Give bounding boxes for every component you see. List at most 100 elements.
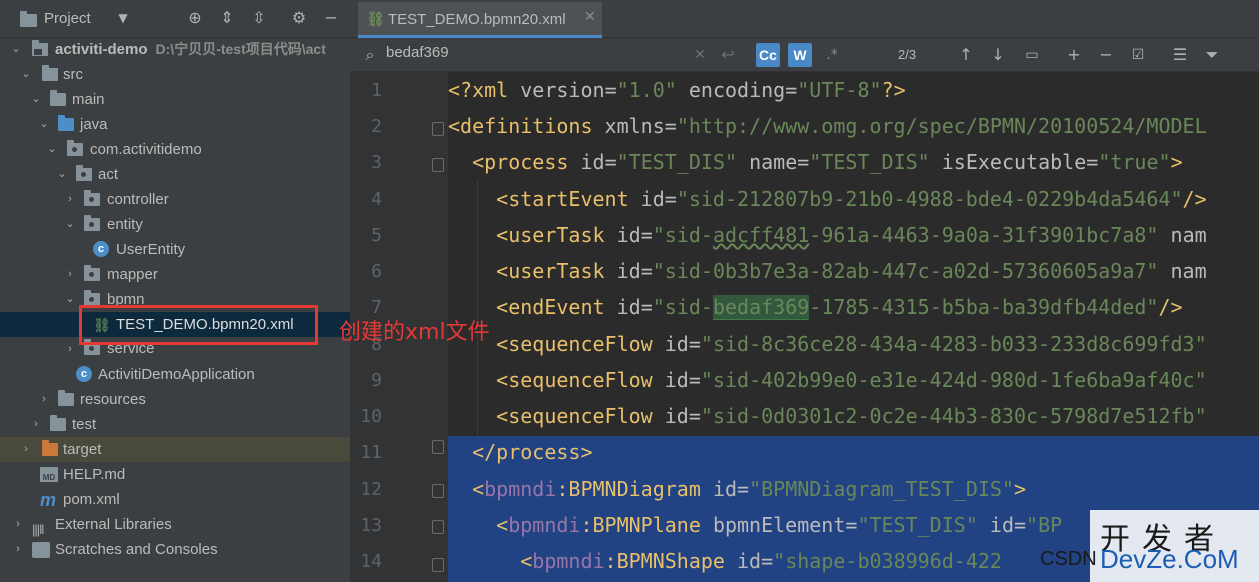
chevron-right-icon[interactable]: › (20, 437, 32, 462)
view-dropdown-chevron-icon[interactable]: ▼ (114, 9, 132, 27)
code-line[interactable]: <definitions xmlns="http://www.omg.org/s… (448, 108, 1207, 144)
code-line[interactable]: <sequenceFlow id="sid-402b99e0-e31e-424d… (448, 362, 1206, 398)
code-line[interactable]: <bpmndi:BPMNDiagram id="BPMNDiagram_TEST… (448, 471, 1026, 507)
chevron-down-icon[interactable]: ⌄ (46, 137, 58, 162)
fold-marker-icon[interactable] (432, 158, 444, 172)
line-number: 13 (360, 515, 382, 536)
tree-item-package-bpmn[interactable]: ⌄ bpmn (0, 287, 350, 307)
tree-item-package-com-activitidemo[interactable]: ⌄ com.activitidemo (0, 137, 350, 162)
close-icon[interactable]: ✕ (584, 9, 596, 25)
chevron-right-icon[interactable]: › (38, 387, 50, 412)
chevron-down-icon[interactable]: ⌄ (64, 212, 76, 237)
watermark: 开发者 CSDN DevZe.CoM (1030, 510, 1259, 582)
tree-item-main[interactable]: ⌄ main (0, 87, 350, 112)
code-line[interactable]: <process id="TEST_DIS" name="TEST_DIS" i… (448, 144, 1183, 180)
watermark-site: DevZe.CoM (1100, 544, 1239, 574)
search-history-icon[interactable]: ↩ (718, 45, 738, 65)
spring-app-class-icon: c (76, 366, 92, 382)
tree-item-external-libraries[interactable]: › |||‖ External Libraries (0, 512, 350, 537)
fold-marker-icon[interactable] (432, 122, 444, 136)
annotation-text: 创建的xml文件 (339, 320, 490, 345)
chevron-right-icon[interactable]: › (64, 187, 76, 212)
chevron-right-icon[interactable]: › (64, 339, 76, 359)
filter-icon[interactable]: ⏷ (1200, 45, 1224, 65)
clear-search-icon[interactable]: ✕ (690, 45, 710, 65)
tree-item-java[interactable]: ⌄ java (0, 112, 350, 137)
remove-occurrence-icon[interactable]: − (1094, 45, 1118, 65)
chevron-down-icon[interactable]: ⌄ (56, 162, 68, 187)
expand-all-icon[interactable]: ⇕ (218, 9, 236, 27)
search-input[interactable] (386, 44, 686, 61)
collapse-all-icon[interactable]: ⇳ (250, 9, 268, 27)
tree-item-class-userentity[interactable]: c UserEntity (0, 237, 350, 262)
gear-icon[interactable]: ⚙ (290, 9, 308, 27)
find-in-file-bar: ⌕ ✕ ↩ Cc W .* 2/3 ↑ ↓ ▭ + − ☑ ☰ ⏷ (350, 38, 1259, 72)
folder-icon (42, 65, 58, 81)
code-line[interactable]: </process> (448, 434, 592, 470)
chevron-right-icon[interactable]: › (12, 537, 24, 562)
project-tool-window: Project ▼ ⊕ ⇕ ⇳ ⚙ − ⌄ activiti-demo D:\宁贝… (0, 0, 350, 582)
chevron-down-icon[interactable]: ⌄ (64, 287, 76, 307)
chevron-right-icon[interactable]: › (12, 512, 24, 537)
code-line[interactable]: <userTask id="sid-0b3b7e3a-82ab-447c-a02… (448, 253, 1206, 289)
project-header: Project ▼ ⊕ ⇕ ⇳ ⚙ − (0, 0, 350, 38)
line-number: 10 (360, 406, 382, 427)
code-line[interactable]: <bpmndi:BPMNShape id="shape-b038996d-422 (448, 543, 1002, 579)
locate-target-icon[interactable]: ⊕ (186, 9, 204, 27)
hide-panel-icon[interactable]: − (322, 9, 340, 27)
line-number: 6 (371, 261, 382, 282)
code-line[interactable]: <?xml version="1.0" encoding="UTF-8"?> (448, 72, 906, 108)
tree-item-class-activitidemoapplication[interactable]: c ActivitiDemoApplication (0, 362, 350, 387)
package-icon (76, 165, 92, 181)
tree-item-label: External Libraries (55, 516, 172, 533)
tree-item-package-mapper[interactable]: › mapper (0, 262, 350, 287)
tree-item-label: target (63, 441, 102, 458)
tree-item-resources[interactable]: › resources (0, 387, 350, 412)
chevron-down-icon[interactable]: ⌄ (20, 62, 32, 87)
project-title[interactable]: Project (44, 10, 91, 27)
tree-item-scratches[interactable]: › Scratches and Consoles (0, 537, 350, 562)
add-occurrence-icon[interactable]: + (1062, 45, 1086, 65)
chevron-right-icon[interactable]: › (64, 262, 76, 287)
tree-item-label: bpmn (107, 291, 145, 307)
fold-marker-icon[interactable] (432, 440, 444, 454)
code-line[interactable]: <bpmndi:BPMNPlane bpmnElement="TEST_DIS"… (448, 507, 1062, 543)
tree-item-label: pom.xml (63, 491, 120, 508)
tree-item-test[interactable]: › test (0, 412, 350, 437)
fold-marker-icon[interactable] (432, 484, 444, 498)
tree-item-target[interactable]: › target (0, 437, 350, 462)
match-case-toggle[interactable]: Cc (756, 43, 780, 67)
tree-item-package-entity[interactable]: ⌄ entity (0, 212, 350, 237)
fold-marker-icon[interactable] (432, 558, 444, 572)
tree-item-label: controller (107, 191, 169, 208)
tree-item-file-pom-xml[interactable]: m pom.xml (0, 487, 350, 512)
tree-item-activiti-demo[interactable]: ⌄ activiti-demo D:\宁贝贝-test项目代码\act (0, 37, 350, 62)
tree-item-package-act[interactable]: ⌄ act (0, 162, 350, 187)
folder-icon (50, 90, 66, 106)
code-line[interactable]: <sequenceFlow id="sid-8c36ce28-434a-4283… (448, 326, 1206, 362)
code-line[interactable]: <userTask id="sid-adcff481-961a-4463-9a0… (448, 217, 1206, 253)
tree-item-src[interactable]: ⌄ src (0, 62, 350, 87)
module-folder-icon (32, 40, 48, 56)
regex-toggle[interactable]: .* (820, 45, 844, 65)
search-icon[interactable]: ⌕ (360, 45, 380, 65)
chevron-down-icon[interactable]: ⌄ (38, 112, 50, 137)
fold-marker-icon[interactable] (432, 520, 444, 534)
editor-tab-test-demo[interactable]: ⛓ TEST_DEMO.bpmn20.xml ✕ (358, 2, 602, 38)
chevron-down-icon[interactable]: ⌄ (30, 87, 42, 112)
next-occurrence-icon[interactable]: ↓ (988, 45, 1008, 65)
chevron-right-icon[interactable]: › (30, 412, 42, 437)
code-line[interactable]: <sequenceFlow id="sid-0d0301c2-0c2e-44b3… (448, 398, 1206, 434)
code-line[interactable]: <startEvent id="sid-212807b9-21b0-4988-b… (448, 181, 1206, 217)
tree-item-file-help-md[interactable]: MD HELP.md (0, 462, 350, 487)
code-line[interactable]: <endEvent id="sid-bedaf369-1785-4315-b5b… (448, 289, 1183, 325)
select-all-occurrences-icon[interactable]: ☑ (1126, 45, 1150, 65)
whole-words-toggle[interactable]: W (788, 43, 812, 67)
tree-item-package-controller[interactable]: › controller (0, 187, 350, 212)
previous-occurrence-icon[interactable]: ↑ (956, 45, 976, 65)
package-icon (67, 140, 83, 156)
maven-file-icon: m (40, 490, 57, 510)
open-in-window-icon[interactable]: ▭ (1022, 45, 1042, 65)
filter-options-icon[interactable]: ☰ (1168, 45, 1192, 65)
chevron-down-icon[interactable]: ⌄ (10, 37, 22, 62)
